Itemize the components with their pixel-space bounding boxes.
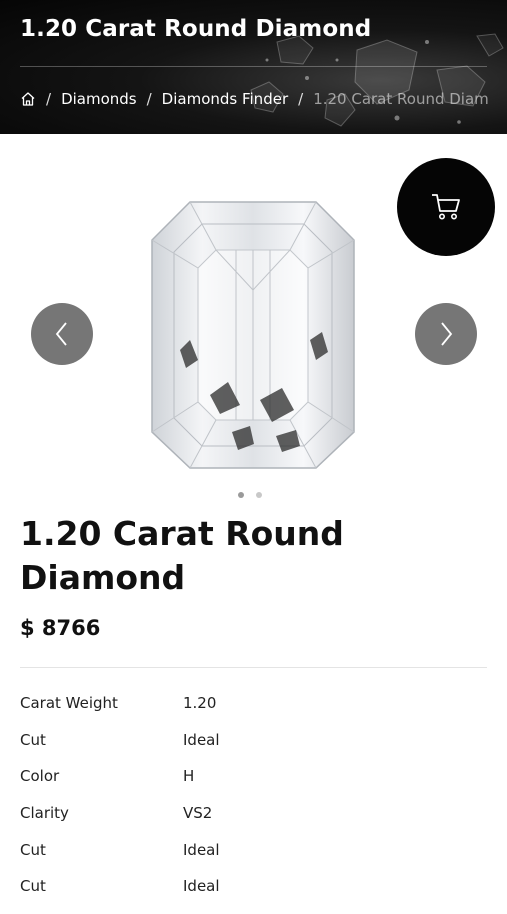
spec-value: VS2 bbox=[183, 804, 213, 823]
spec-row: Carat Weight 1.20 bbox=[20, 694, 490, 731]
spec-value: Ideal bbox=[183, 730, 220, 749]
carousel-dot-active[interactable] bbox=[238, 492, 244, 498]
spec-row: Cut Ideal bbox=[20, 731, 490, 768]
spec-label: Cut bbox=[20, 840, 46, 859]
header-divider bbox=[20, 66, 487, 67]
breadcrumb-separator: / bbox=[146, 90, 152, 108]
breadcrumb-separator: / bbox=[298, 90, 304, 108]
breadcrumb-diamonds-finder[interactable]: Diamonds Finder bbox=[162, 90, 288, 108]
cart-icon bbox=[432, 194, 460, 220]
spec-row: Clarity VS2 bbox=[20, 804, 490, 841]
spec-label: Cut bbox=[20, 877, 46, 896]
chevron-right-icon bbox=[441, 322, 453, 346]
breadcrumb-diamonds[interactable]: Diamonds bbox=[61, 90, 137, 108]
header-title: 1.20 Carat Round Diamond bbox=[20, 16, 372, 42]
spec-value: H bbox=[183, 767, 195, 786]
product-gallery bbox=[0, 134, 507, 504]
breadcrumb-current: 1.20 Carat Round Diam bbox=[313, 90, 489, 108]
spec-value: Ideal bbox=[183, 877, 220, 896]
home-icon[interactable] bbox=[20, 91, 36, 107]
next-image-button[interactable] bbox=[415, 303, 477, 365]
carousel-indicators bbox=[238, 492, 262, 498]
spec-row: Cut Ideal bbox=[20, 841, 490, 878]
product-image-diamond bbox=[151, 201, 355, 469]
spec-value: 1.20 bbox=[183, 694, 217, 712]
spec-label: Carat Weight bbox=[20, 694, 118, 712]
spec-value: Ideal bbox=[183, 840, 220, 859]
product-price: $ 8766 bbox=[20, 616, 101, 640]
spec-label: Color bbox=[20, 767, 60, 786]
carousel-dot[interactable] bbox=[256, 492, 262, 498]
breadcrumb: / Diamonds / Diamonds Finder / 1.20 Cara… bbox=[20, 88, 489, 110]
spec-label: Cut bbox=[20, 730, 46, 749]
product-title: 1.20 Carat Round Diamond bbox=[20, 514, 344, 597]
breadcrumb-separator: / bbox=[46, 90, 52, 108]
divider bbox=[20, 667, 487, 668]
specs-table: Carat Weight 1.20 Cut Ideal Color H Clar… bbox=[20, 694, 490, 914]
diamonds-background-image bbox=[250, 33, 504, 127]
page-header: 1.20 Carat Round Diamond / Diamonds / Di… bbox=[0, 0, 507, 134]
add-to-cart-button[interactable] bbox=[397, 158, 495, 256]
spec-row: Cut Ideal bbox=[20, 877, 490, 914]
previous-image-button[interactable] bbox=[31, 303, 93, 365]
spec-label: Clarity bbox=[20, 804, 69, 823]
chevron-left-icon bbox=[55, 322, 67, 346]
spec-row: Color H bbox=[20, 767, 490, 804]
